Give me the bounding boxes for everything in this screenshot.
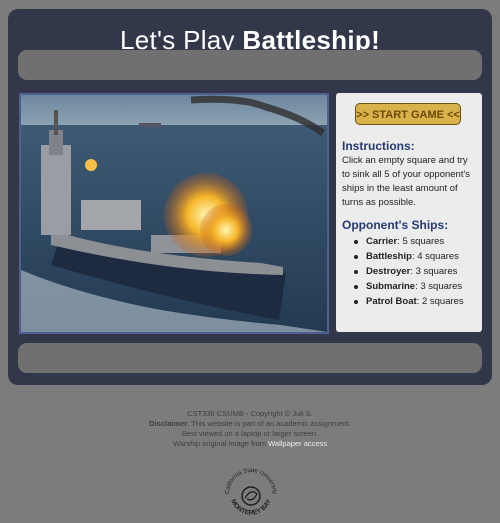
ship-item-carrier: Carrier: 5 squares [354,234,464,249]
disclaimer-line: Disclaimer: This website is part of an a… [0,419,500,429]
image-credit-prefix: Warship original image from [172,439,269,448]
disclaimer-label: Disclaimer [149,419,188,428]
viewing-note: Best viewed on a laptop or larger screen… [181,429,319,438]
bullet-icon [354,300,358,304]
top-bar [18,50,482,80]
ship-name: Carrier [366,236,398,247]
ship-size: : 4 squares [411,251,459,262]
start-game-button[interactable]: >> START GAME << [355,103,461,125]
ship-item-patrol-boat: Patrol Boat: 2 squares [354,294,464,309]
csumb-seal-logo: California State University MONTEREY BAY [225,468,277,517]
bullet-icon [354,270,358,274]
image-credit: Warship original image from Wallpaper ac… [0,439,500,449]
ship-size: : 3 squares [415,281,463,292]
ship-name: Submarine [366,281,416,292]
bullet-icon [354,255,358,259]
svg-text:California State University: California State University [225,468,277,495]
ship-item-destroyer: Destroyer: 3 squares [354,264,464,279]
bullet-icon [354,285,358,289]
instructions-text: Click an empty square and try to sink al… [342,155,471,208]
main-panel: Let's Play Battleship! >> START GAME << … [8,9,492,385]
ship-size: : 5 squares [397,236,445,247]
svg-text:MONTEREY BAY: MONTEREY BAY [229,498,273,517]
ship-size: : 3 squares [410,266,458,277]
ship-name: Destroyer [366,266,411,277]
ship-item-battleship: Battleship: 4 squares [354,249,464,264]
info-card: >> START GAME << Instructions: Click an … [336,93,482,332]
bottom-bar [18,343,482,373]
disclaimer-text: : This website is part of an academic as… [187,419,351,428]
warship-image [19,93,329,334]
warship-illustration [21,95,327,332]
opponent-ships-heading: Opponent's Ships: [342,218,449,232]
ships-list: Carrier: 5 squares Battleship: 4 squares… [354,234,464,309]
ship-name: Patrol Boat [366,296,417,307]
ship-item-submarine: Submarine: 3 squares [354,279,464,294]
ship-size: : 2 squares [416,296,464,307]
instructions-heading: Instructions: [342,139,415,153]
copyright-line: CST336 CSUMB - Copyright © Juli S. [187,409,313,418]
bullet-icon [354,240,358,244]
ship-name: Battleship [366,251,412,262]
wallpaper-access-link[interactable]: Wallpaper access [268,439,327,448]
footer: CST336 CSUMB - Copyright © Juli S. Discl… [0,409,500,449]
